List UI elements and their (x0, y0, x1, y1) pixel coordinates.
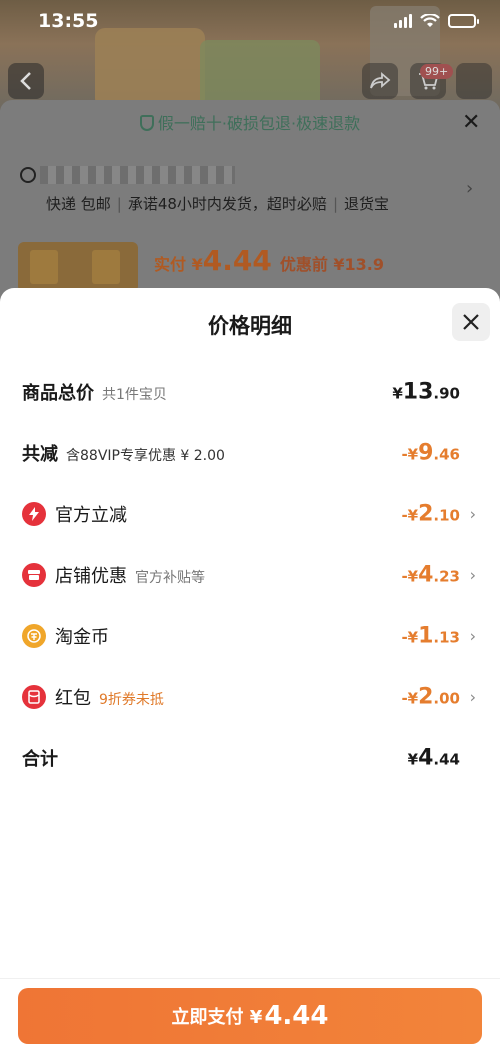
shield-check-icon (139, 115, 154, 131)
chevron-right-icon: › (466, 178, 474, 199)
share-button[interactable] (362, 63, 398, 99)
row-tao-coins[interactable]: 淘金币 -¥1.13 › (0, 616, 500, 656)
row-value: -¥2.00 (401, 684, 460, 710)
price-detail-sheet: 价格明细 商品总价 共1件宝贝 ¥13.90 共减 含88VIP专享优惠 ¥ 2.0… (0, 288, 500, 1053)
chevron-right-icon: › (469, 565, 476, 585)
row-sub: 官方补贴等 (135, 570, 205, 586)
close-icon[interactable]: ✕ (462, 110, 480, 135)
row-value: ¥4.44 (407, 745, 460, 771)
row-value: ¥13.90 (392, 379, 460, 405)
return-insurance: 退货宝 (344, 195, 390, 213)
row-value: -¥4.23 (401, 562, 460, 588)
share-icon (370, 72, 391, 89)
row-total: 合计 ¥4.44 (0, 738, 500, 778)
row-official-discount[interactable]: 官方立减 -¥2.10 › (0, 494, 500, 534)
lightning-icon (22, 502, 46, 526)
row-label: 红包 (55, 688, 91, 709)
row-subtotal: 商品总价 共1件宝贝 ¥13.90 (0, 372, 500, 412)
chevron-left-icon (20, 72, 31, 90)
actual-payment: 实付 ¥4.44 优惠前 ¥13.9 (154, 244, 384, 277)
pay-now-amount: 4.44 (264, 1001, 329, 1031)
close-button[interactable] (452, 303, 490, 341)
row-label: 淘金币 (55, 627, 109, 648)
row-red-packet[interactable]: 红包 9折券未抵 -¥2.00 › (0, 677, 500, 717)
chevron-right-icon: › (469, 687, 476, 707)
row-label: 店铺优惠 (55, 566, 127, 587)
status-bar: 13:55 (0, 0, 500, 46)
row-sub: 共1件宝贝 (102, 387, 167, 403)
status-time: 13:55 (38, 10, 99, 32)
row-label: 共减 (22, 444, 58, 465)
row-store-discount[interactable]: 店铺优惠 官方补贴等 -¥4.23 › (0, 555, 500, 595)
close-icon (463, 314, 479, 330)
sheet-title: 价格明细 (208, 314, 292, 338)
row-value: -¥9.46 (401, 440, 460, 466)
row-total-discount: 共减 含88VIP专享优惠 ¥ 2.00 -¥9.46 (0, 433, 500, 473)
actual-payment-amount: 4.44 (202, 244, 272, 277)
back-button[interactable] (8, 63, 44, 99)
cellular-signal-icon (394, 14, 412, 28)
delivery-info: 快递 包邮 | 承诺48小时内发货，超时必赔 | 退货宝 (46, 195, 390, 213)
divider (0, 978, 500, 979)
address-redacted[interactable] (40, 166, 235, 184)
row-sub: 含88VIP专享优惠 ¥ 2.00 (66, 448, 225, 464)
red-packet-icon (22, 685, 46, 709)
more-button[interactable] (456, 63, 492, 99)
guarantee-banner: 假一赔十·破损包退·极速退款 (0, 110, 500, 134)
delivery-promise: 承诺48小时内发货，超时必赔 (127, 195, 327, 213)
product-thumbnail (92, 250, 120, 284)
coin-icon (22, 624, 46, 648)
chevron-right-icon: › (469, 626, 476, 646)
delivery-method: 快递 包邮 (46, 195, 111, 213)
guarantee-text: 假一赔十·破损包退·极速退款 (157, 114, 361, 133)
battery-icon (448, 14, 479, 28)
pay-now-label: 立即支付 ¥ (171, 1007, 263, 1028)
row-label: 合计 (22, 749, 58, 770)
pre-discount-price: 优惠前 ¥13.9 (279, 255, 384, 274)
location-icon (20, 167, 36, 183)
wifi-icon (420, 14, 440, 27)
cart-count-badge: 99+ (420, 64, 454, 79)
pay-now-button[interactable]: 立即支付 ¥4.44 (18, 988, 482, 1044)
product-thumbnail (30, 250, 58, 284)
row-label: 商品总价 (22, 383, 94, 404)
row-value: -¥1.13 (401, 623, 460, 649)
chevron-right-icon: › (469, 504, 476, 524)
row-value: -¥2.10 (401, 501, 460, 527)
row-label: 官方立减 (55, 505, 127, 526)
row-sub: 9折券未抵 (99, 692, 164, 708)
store-icon (22, 563, 46, 587)
